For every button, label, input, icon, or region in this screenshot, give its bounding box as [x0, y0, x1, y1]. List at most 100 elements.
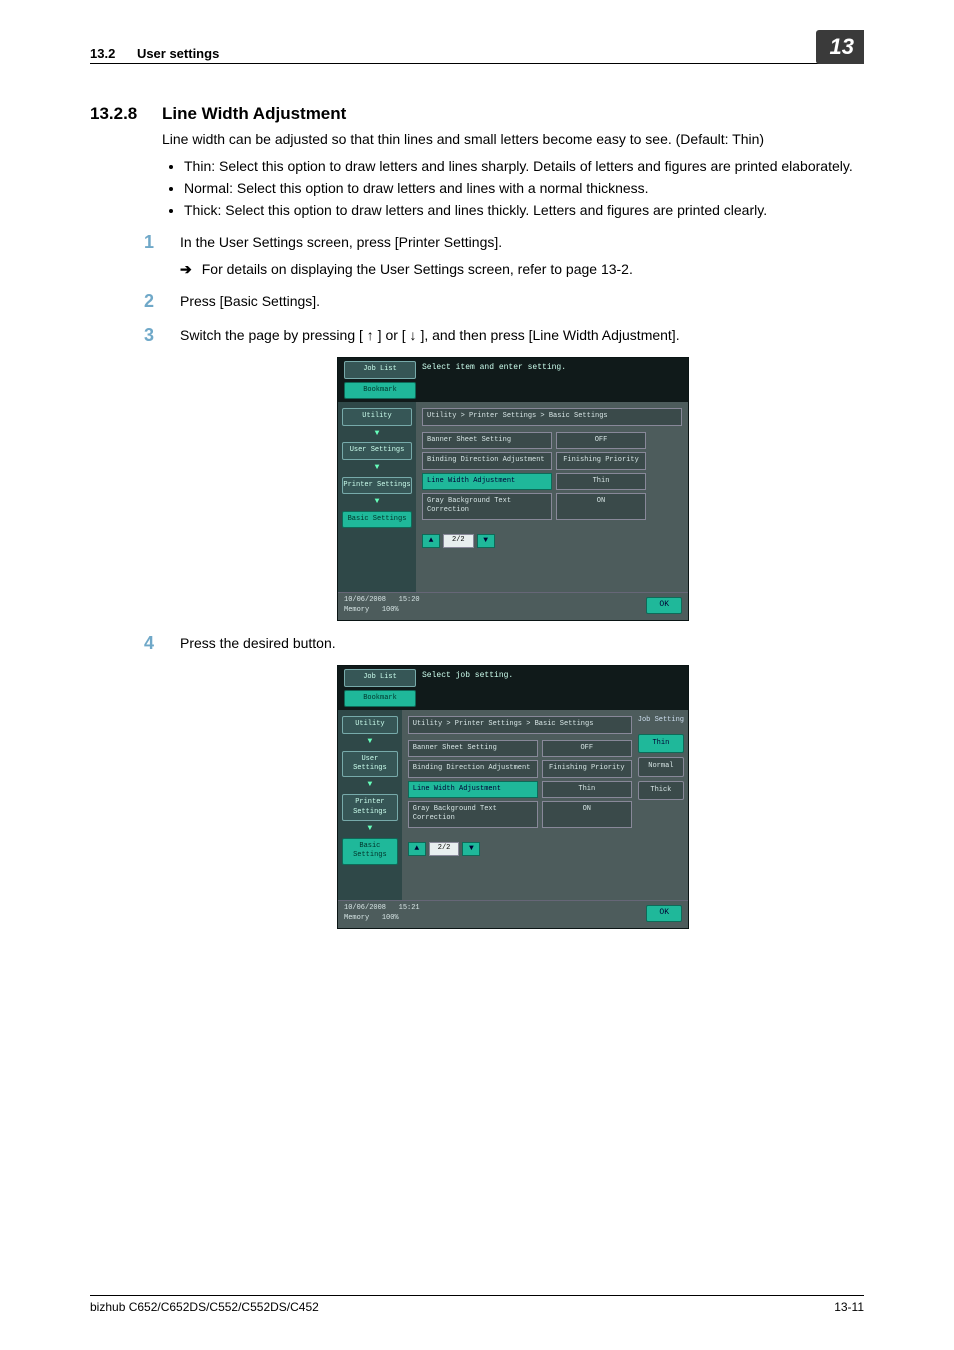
- screen2-footer: 10/06/2008 15:21 Memory 100% OK: [338, 900, 688, 928]
- job-list-button[interactable]: Job List: [344, 361, 416, 378]
- bookmark-button[interactable]: Bookmark: [344, 690, 416, 707]
- screen1-left-nav: Utility ▼ User Settings ▼ Printer Settin…: [338, 402, 416, 592]
- screen2-right-panel: Job Setting Thin Normal Thick: [638, 710, 688, 900]
- row-banner-value: OFF: [542, 740, 632, 757]
- nav-utility[interactable]: Utility: [342, 408, 412, 425]
- section-number: 13.2.8: [90, 104, 162, 124]
- screenshot-2: Job List Select job setting. Bookmark Ut…: [337, 665, 689, 929]
- nav-arrow-icon: ▼: [342, 497, 412, 508]
- footer-mem: Memory: [344, 606, 369, 614]
- header-section-title: User settings: [137, 46, 219, 61]
- nav-printer-settings[interactable]: Printer Settings: [342, 794, 398, 821]
- step-3: 3 Switch the page by pressing [ ↑ ] or […: [144, 323, 864, 347]
- pager: ▲ 2/2 ▼: [422, 534, 682, 548]
- step-2-num: 2: [144, 289, 180, 313]
- intro-text: Line width can be adjusted so that thin …: [162, 130, 864, 149]
- page-header: 13.2 User settings 13: [90, 30, 864, 64]
- step-3-text: Switch the page by pressing [ ↑ ] or [ ↓…: [180, 323, 864, 347]
- nav-utility[interactable]: Utility: [342, 716, 398, 733]
- nav-user-settings[interactable]: User Settings: [342, 751, 398, 778]
- step-4: 4 Press the desired button.: [144, 631, 864, 655]
- screen1-footer: 10/06/2008 15:20 Memory 100% OK: [338, 592, 688, 620]
- section-title: Line Width Adjustment: [162, 104, 346, 124]
- job-list-button[interactable]: Job List: [344, 669, 416, 686]
- footer-pct: 100%: [382, 914, 399, 922]
- step-1-sub-text: For details on displaying the User Setti…: [202, 260, 633, 279]
- nav-printer-settings[interactable]: Printer Settings: [342, 477, 412, 494]
- step-4-text: Press the desired button.: [180, 631, 864, 655]
- nav-arrow-icon: ▼: [342, 780, 398, 791]
- step-2-text: Press [Basic Settings].: [180, 289, 864, 313]
- header-section-num: 13.2: [90, 46, 115, 61]
- page-indicator: 2/2: [429, 842, 460, 855]
- breadcrumb: Utility > Printer Settings > Basic Setti…: [422, 408, 682, 425]
- page-indicator: 2/2: [443, 534, 474, 547]
- row-linewidth-value: Thin: [542, 781, 632, 798]
- choice-thin[interactable]: Thin: [638, 734, 684, 753]
- row-gray-value: ON: [556, 493, 646, 520]
- row-gray-value: ON: [542, 801, 632, 828]
- row-linewidth-value: Thin: [556, 473, 646, 490]
- nav-basic-settings[interactable]: Basic Settings: [342, 838, 398, 865]
- row-banner-label[interactable]: Banner Sheet Setting: [408, 740, 538, 757]
- page-down-button[interactable]: ▼: [462, 842, 480, 856]
- step-2: 2 Press [Basic Settings].: [144, 289, 864, 313]
- pager: ▲ 2/2 ▼: [408, 842, 632, 856]
- footer-pct: 100%: [382, 606, 399, 614]
- screen2-main: Utility > Printer Settings > Basic Setti…: [402, 710, 638, 900]
- page-down-button[interactable]: ▼: [477, 534, 495, 548]
- nav-basic-settings[interactable]: Basic Settings: [342, 511, 412, 528]
- row-gray-label[interactable]: Gray Background Text Correction: [422, 493, 552, 520]
- chapter-badge: 13: [816, 30, 864, 64]
- nav-arrow-icon: ▼: [342, 824, 398, 835]
- header-left: 13.2 User settings: [90, 46, 219, 61]
- row-binding-label[interactable]: Binding Direction Adjustment: [408, 760, 538, 777]
- nav-arrow-icon: ▼: [342, 429, 412, 440]
- footer-model: bizhub C652/C652DS/C552/C552DS/C452: [90, 1300, 319, 1314]
- step-1-sub: ➔ For details on displaying the User Set…: [180, 260, 864, 279]
- arrow-icon: ➔: [180, 260, 192, 279]
- choice-normal[interactable]: Normal: [638, 757, 684, 776]
- footer-time: 15:20: [399, 596, 420, 604]
- row-banner-value: OFF: [556, 432, 646, 449]
- row-gray-label[interactable]: Gray Background Text Correction: [408, 801, 538, 828]
- screen1-instruction: Select item and enter setting.: [422, 361, 682, 378]
- step-1-num: 1: [144, 230, 180, 254]
- footer-page: 13-11: [834, 1300, 864, 1314]
- nav-arrow-icon: ▼: [342, 737, 398, 748]
- bookmark-button[interactable]: Bookmark: [344, 382, 416, 399]
- screen2-left-nav: Utility ▼ User Settings ▼ Printer Settin…: [338, 710, 402, 900]
- breadcrumb: Utility > Printer Settings > Basic Setti…: [408, 716, 632, 733]
- ok-button[interactable]: OK: [646, 905, 682, 922]
- row-linewidth-label[interactable]: Line Width Adjustment: [408, 781, 538, 798]
- job-setting-title: Job Setting: [638, 714, 684, 729]
- screen1-main: Utility > Printer Settings > Basic Setti…: [416, 402, 688, 592]
- screenshot-1: Job List Select item and enter setting. …: [337, 357, 689, 621]
- row-linewidth-label[interactable]: Line Width Adjustment: [422, 473, 552, 490]
- row-banner-label[interactable]: Banner Sheet Setting: [422, 432, 552, 449]
- nav-arrow-icon: ▼: [342, 463, 412, 474]
- row-binding-label[interactable]: Binding Direction Adjustment: [422, 452, 552, 469]
- page-up-button[interactable]: ▲: [422, 534, 440, 548]
- page-up-button[interactable]: ▲: [408, 842, 426, 856]
- option-thick: Thick: Select this option to draw letter…: [184, 201, 864, 220]
- section-heading: 13.2.8 Line Width Adjustment: [90, 104, 864, 124]
- screen2-instruction: Select job setting.: [422, 669, 682, 686]
- option-thin: Thin: Select this option to draw letters…: [184, 157, 864, 176]
- row-binding-value: Finishing Priority: [556, 452, 646, 469]
- option-list: Thin: Select this option to draw letters…: [162, 157, 864, 220]
- footer-mem: Memory: [344, 914, 369, 922]
- step-3-num: 3: [144, 323, 180, 347]
- step-4-num: 4: [144, 631, 180, 655]
- step-1: 1 In the User Settings screen, press [Pr…: [144, 230, 864, 254]
- nav-user-settings[interactable]: User Settings: [342, 442, 412, 459]
- choice-thick[interactable]: Thick: [638, 781, 684, 800]
- page-footer: bizhub C652/C652DS/C552/C552DS/C452 13-1…: [90, 1295, 864, 1314]
- footer-time: 15:21: [399, 904, 420, 912]
- row-binding-value: Finishing Priority: [542, 760, 632, 777]
- ok-button[interactable]: OK: [646, 597, 682, 614]
- footer-date: 10/06/2008: [344, 904, 386, 912]
- footer-date: 10/06/2008: [344, 596, 386, 604]
- step-1-text: In the User Settings screen, press [Prin…: [180, 230, 864, 254]
- option-normal: Normal: Select this option to draw lette…: [184, 179, 864, 198]
